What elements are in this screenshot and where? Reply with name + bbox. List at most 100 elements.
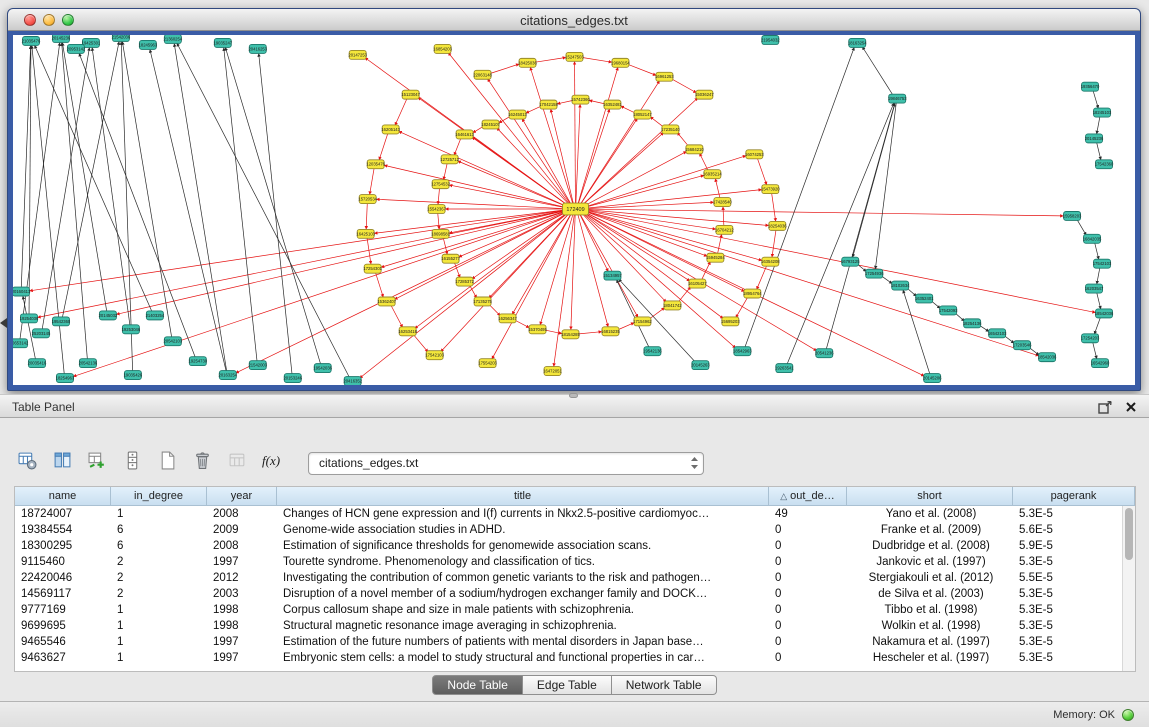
- graph-node-yellow[interactable]: 16105427: [688, 279, 707, 288]
- column-header-in_degree[interactable]: in_degree: [111, 487, 207, 506]
- citation-network-graph[interactable]: 1724091646161312725712127545321554236718…: [13, 35, 1135, 385]
- table-row[interactable]: 1872400712008Changes of HCN gene express…: [15, 506, 1122, 522]
- graph-node-teal[interactable]: 20145236: [1085, 134, 1104, 143]
- citation-edge-black[interactable]: [826, 103, 895, 349]
- citation-edge-red[interactable]: [700, 153, 709, 171]
- graph-node-yellow[interactable]: 15247503: [565, 52, 584, 61]
- citation-edge-red[interactable]: [571, 213, 575, 329]
- graph-node-teal[interactable]: 16842035: [1083, 234, 1102, 243]
- tab-edge-table[interactable]: Edge Table: [523, 675, 612, 695]
- graph-node-teal[interactable]: 21542036: [112, 35, 131, 41]
- graph-node-yellow[interactable]: 15695203: [721, 317, 740, 326]
- citation-edge-black[interactable]: [79, 54, 195, 358]
- citation-edge-red[interactable]: [772, 230, 776, 257]
- citation-edge-red[interactable]: [715, 179, 720, 198]
- graph-node-teal[interactable]: 20145263: [691, 361, 710, 370]
- graph-node-yellow[interactable]: 18698581: [431, 229, 450, 238]
- citation-edge-black[interactable]: [787, 103, 894, 364]
- graph-node-teal[interactable]: 18245963: [139, 40, 158, 49]
- graph-node-yellow[interactable]: 18154285: [561, 330, 580, 339]
- graph-node-teal[interactable]: 18254963: [56, 374, 75, 383]
- column-header-title[interactable]: title: [277, 487, 769, 506]
- graph-node-teal[interactable]: 17254203: [1081, 334, 1100, 343]
- graph-node-yellow[interactable]: 15720534: [358, 195, 377, 204]
- graph-node-yellow[interactable]: 12035476: [366, 160, 385, 169]
- graph-node-yellow[interactable]: 16205143: [381, 125, 400, 134]
- citation-edge-red[interactable]: [551, 109, 574, 205]
- window-titlebar[interactable]: citations_edges.txt: [8, 9, 1140, 31]
- citation-edge-black[interactable]: [1093, 90, 1098, 108]
- graph-node-teal[interactable]: 20145032: [99, 311, 118, 320]
- graph-node-yellow[interactable]: 17235140: [661, 125, 680, 134]
- citation-edge-red[interactable]: [757, 265, 767, 289]
- citation-edge-black[interactable]: [1094, 317, 1100, 334]
- graph-node-teal[interactable]: 16793125: [841, 257, 860, 266]
- graph-node-teal[interactable]: 20145206: [923, 374, 942, 383]
- citation-edge-red[interactable]: [444, 163, 448, 179]
- graph-node-teal[interactable]: 20542136: [79, 359, 98, 368]
- citation-edge-red[interactable]: [530, 68, 573, 206]
- graph-node-teal[interactable]: 19542036: [313, 364, 332, 373]
- graph-node-teal[interactable]: 21954032: [761, 35, 780, 44]
- graph-node-teal[interactable]: 17203546: [1013, 341, 1032, 350]
- graph-node-teal[interactable]: 18254136: [963, 319, 982, 328]
- citation-edge-black[interactable]: [62, 43, 106, 312]
- citation-edge-black[interactable]: [617, 280, 650, 348]
- citation-edge-black[interactable]: [225, 48, 320, 365]
- citation-edge-red[interactable]: [438, 188, 439, 204]
- citation-edge-red[interactable]: [522, 119, 572, 206]
- graph-node-teal[interactable]: 18163254: [848, 38, 867, 47]
- graph-node-yellow[interactable]: 16961253: [655, 72, 674, 81]
- citation-edge-red[interactable]: [492, 212, 572, 358]
- citation-edge-red[interactable]: [578, 109, 610, 205]
- citation-edge-black[interactable]: [1093, 342, 1097, 359]
- table-row[interactable]: 969969511998Structural magnetic resonanc…: [15, 618, 1122, 634]
- citation-edge-red[interactable]: [366, 203, 367, 229]
- graph-node-yellow[interactable]: 18041742: [663, 301, 682, 310]
- graph-node-yellow[interactable]: 16425103: [356, 229, 375, 238]
- graph-node-teal[interactable]: 19542360: [52, 317, 71, 326]
- graph-node-yellow[interactable]: 18245107: [481, 120, 500, 129]
- graph-node-teal[interactable]: 20163254: [219, 371, 238, 380]
- graph-node-teal[interactable]: 19254036: [20, 314, 39, 323]
- graph-node-teal[interactable]: 15958203: [1063, 211, 1082, 220]
- citation-edge-black[interactable]: [150, 50, 226, 371]
- column-header-year[interactable]: year: [207, 487, 277, 506]
- hidden-panel-grip-icon[interactable]: [0, 318, 7, 328]
- graph-node-teal[interactable]: 20416253: [248, 44, 267, 53]
- citation-edge-red[interactable]: [489, 64, 519, 74]
- citation-edge-red[interactable]: [454, 138, 461, 155]
- graph-node-teal[interactable]: 19263541: [775, 364, 794, 373]
- table-row[interactable]: 977716911998Corpus callosum shape and si…: [15, 602, 1122, 618]
- citation-edge-black[interactable]: [1097, 116, 1100, 133]
- graph-node-yellow[interactable]: 17542103: [425, 351, 444, 360]
- graph-node-teal[interactable]: 20541236: [815, 349, 834, 358]
- column-header-out_de[interactable]: △out_de…: [769, 487, 847, 506]
- graph-node-teal[interactable]: 21035476: [22, 36, 41, 45]
- graph-node-yellow[interactable]: 22063148: [473, 70, 492, 79]
- vertical-scrollbar[interactable]: [1122, 506, 1135, 671]
- graph-node-teal[interactable]: 21360254: [164, 35, 183, 43]
- graph-node-yellow[interactable]: 16815235: [601, 327, 620, 336]
- citation-edge-red[interactable]: [458, 161, 569, 207]
- citation-edge-red[interactable]: [581, 57, 611, 62]
- graph-node-yellow[interactable]: 15945284: [706, 253, 725, 262]
- citation-edge-black[interactable]: [1097, 267, 1100, 283]
- citation-edge-red[interactable]: [391, 305, 403, 327]
- graph-node-teal[interactable]: 17542103: [1093, 259, 1112, 268]
- graph-node-teal[interactable]: 16203547: [1085, 284, 1104, 293]
- scrollbar-thumb[interactable]: [1125, 508, 1133, 560]
- graph-node-yellow[interactable]: 16245013: [508, 110, 527, 119]
- new-table-button[interactable]: [154, 450, 181, 477]
- graph-node-yellow[interactable]: 17254301: [363, 264, 382, 273]
- graph-node-yellow[interactable]: 17428540: [713, 198, 732, 207]
- graph-node-yellow[interactable]: 15542367: [427, 205, 446, 214]
- citation-edge-red[interactable]: [438, 213, 439, 229]
- graph-node-teal[interactable]: 18542036: [1038, 353, 1057, 362]
- citation-edge-red[interactable]: [582, 209, 1063, 216]
- graph-node-yellow[interactable]: 17042158: [539, 100, 558, 109]
- graph-node-yellow[interactable]: 17285372: [455, 277, 474, 286]
- citation-edge-red[interactable]: [497, 128, 571, 206]
- citation-edge-red[interactable]: [544, 330, 561, 334]
- citation-edge-black[interactable]: [35, 46, 152, 312]
